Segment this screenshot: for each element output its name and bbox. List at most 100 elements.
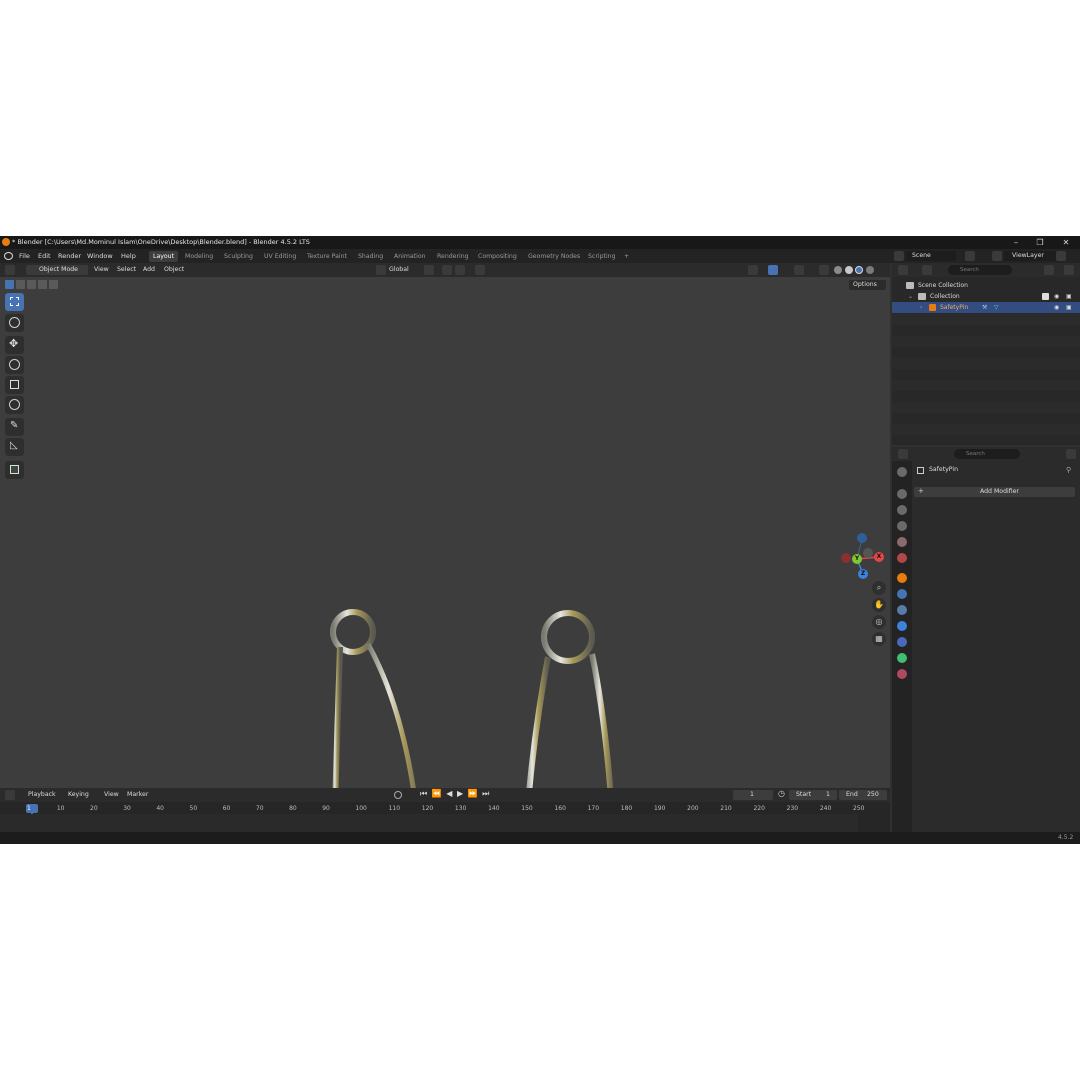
menu-render[interactable]: Render	[58, 252, 81, 260]
proportional-edit-icon[interactable]	[475, 265, 485, 275]
outliner-scene-collection[interactable]: Scene Collection	[892, 280, 1080, 291]
tab-animation[interactable]: Animation	[390, 251, 430, 262]
pan-hand-icon[interactable]: ✋	[872, 598, 886, 612]
world-tab-icon[interactable]	[897, 553, 907, 563]
material-shading-icon[interactable]	[855, 266, 863, 274]
select-new-icon[interactable]	[5, 280, 14, 289]
tab-sculpting[interactable]: Sculpting	[220, 251, 257, 262]
menu-timeline-view[interactable]: View	[104, 790, 119, 800]
tab-rendering[interactable]: Rendering	[433, 251, 473, 262]
properties-search-input[interactable]: Search	[954, 449, 1020, 459]
expand-chevron-icon[interactable]: ⌄	[908, 291, 913, 302]
new-scene-icon[interactable]	[965, 251, 975, 261]
visibility-icon[interactable]	[748, 265, 758, 275]
tab-uv-editing[interactable]: UV Editing	[260, 251, 300, 262]
display-mode-icon[interactable]	[922, 265, 932, 275]
perspective-grid-icon[interactable]: ▦	[872, 632, 886, 646]
object-mode-dropdown[interactable]: Object Mode	[39, 265, 78, 275]
menu-file[interactable]: File	[19, 252, 30, 260]
menu-playback[interactable]: Playback	[28, 790, 56, 800]
outliner-collection[interactable]: ⌄ Collection ◉ ▣	[892, 291, 1080, 302]
checkbox-icon[interactable]	[1042, 293, 1049, 300]
camera-icon[interactable]: ▣	[1066, 291, 1072, 302]
pivot-icon[interactable]	[424, 265, 434, 275]
scene-name[interactable]: Scene	[912, 251, 931, 261]
menu-add[interactable]: Add	[143, 265, 155, 275]
timeline-body[interactable]: 1 10 20 30 40 50 60 70 80 90 100 110 120 130 140 150 160…	[0, 802, 890, 832]
cursor-tool[interactable]	[5, 314, 24, 332]
menu-keying[interactable]: Keying	[68, 790, 89, 800]
move-tool[interactable]: ✥	[5, 336, 24, 354]
menu-window[interactable]: Window	[87, 252, 113, 260]
blender-menu-icon[interactable]	[4, 252, 13, 260]
select-box-tool[interactable]	[5, 293, 24, 311]
transform-orientation-icon[interactable]	[376, 265, 386, 275]
properties-editor-icon[interactable]	[898, 449, 908, 459]
clock-icon[interactable]: ◷	[778, 789, 785, 798]
current-frame-field[interactable]: 1	[750, 790, 754, 800]
select-subtract-icon[interactable]	[27, 280, 36, 289]
outliner-search-input[interactable]: Search	[948, 265, 1012, 275]
data-tab-icon[interactable]	[897, 653, 907, 663]
scene-tab-icon[interactable]	[897, 537, 907, 547]
3d-viewport[interactable]: Options ✥ ✎ ◺ Y X Z ⌕ ✋ ◎ ▦	[0, 277, 890, 844]
view-layer-tab-icon[interactable]	[897, 521, 907, 531]
maximize-button[interactable]: ❐	[1028, 236, 1052, 249]
new-view-layer-icon[interactable]	[1056, 251, 1066, 261]
constraints-tab-icon[interactable]	[897, 637, 907, 647]
add-cube-tool[interactable]	[5, 461, 24, 479]
menu-edit[interactable]: Edit	[38, 252, 51, 260]
annotate-tool[interactable]: ✎	[5, 418, 24, 436]
material-tab-icon[interactable]	[897, 669, 907, 679]
eye-icon[interactable]: ◉	[1054, 302, 1059, 313]
pin-icon[interactable]: ⚲	[1066, 466, 1071, 474]
menu-select[interactable]: Select	[117, 265, 136, 275]
properties-options-icon[interactable]	[1066, 449, 1076, 459]
playback-controls[interactable]: ⏮ ⏪ ◀ ▶ ⏩ ⏭	[420, 789, 490, 799]
camera-view-icon[interactable]: ◎	[872, 615, 886, 629]
scene-icon[interactable]	[894, 251, 904, 261]
output-tab-icon[interactable]	[897, 505, 907, 515]
filter-icon[interactable]	[1044, 265, 1054, 275]
tab-shading[interactable]: Shading	[354, 251, 387, 262]
object-tab-icon[interactable]	[897, 573, 907, 583]
rotate-tool[interactable]	[5, 356, 24, 374]
gizmo-neg-y-dot[interactable]	[863, 548, 873, 558]
tab-layout[interactable]: Layout	[149, 251, 179, 262]
select-invert-icon[interactable]	[38, 280, 47, 289]
menu-marker[interactable]: Marker	[127, 790, 148, 800]
zoom-icon[interactable]: ⌕	[872, 581, 886, 595]
solid-shading-icon[interactable]	[845, 266, 853, 274]
gizmo-x-dot[interactable]: X	[874, 552, 884, 562]
tab-texture-paint[interactable]: Texture Paint	[303, 251, 351, 262]
outliner-object-safetypin[interactable]: › SafetyPin ⚒ ▽ ◉ ▣	[892, 302, 1080, 313]
transform-tool[interactable]	[5, 396, 24, 414]
physics-tab-icon[interactable]	[897, 621, 907, 631]
minimize-button[interactable]: –	[1004, 236, 1028, 249]
view-layer-name[interactable]: ViewLayer	[1012, 251, 1044, 261]
start-frame-field[interactable]: 1	[826, 790, 830, 800]
camera-icon[interactable]: ▣	[1066, 302, 1072, 313]
wireframe-shading-icon[interactable]	[834, 266, 842, 274]
timeline-editor-icon[interactable]	[5, 790, 15, 800]
options-dropdown[interactable]: Options	[853, 280, 877, 290]
orientation-dropdown[interactable]: Global	[389, 265, 409, 275]
expand-chevron-icon[interactable]: ›	[920, 302, 922, 313]
scale-tool[interactable]	[5, 376, 24, 394]
measure-tool[interactable]: ◺	[5, 438, 24, 456]
overlay-icon[interactable]	[794, 265, 804, 275]
tab-scripting[interactable]: Scripting	[584, 251, 620, 262]
menu-view[interactable]: View	[94, 265, 109, 275]
menu-object[interactable]: Object	[164, 265, 184, 275]
record-icon[interactable]	[394, 791, 402, 799]
select-extend-icon[interactable]	[16, 280, 25, 289]
outliner-editor-icon[interactable]	[898, 265, 908, 275]
add-workspace-button[interactable]: +	[620, 251, 633, 262]
close-button[interactable]: ✕	[1054, 236, 1078, 249]
tab-modeling[interactable]: Modeling	[181, 251, 217, 262]
end-frame-field[interactable]: 250	[867, 790, 879, 800]
particles-tab-icon[interactable]	[897, 605, 907, 615]
select-intersect-icon[interactable]	[49, 280, 58, 289]
snap-icon[interactable]	[442, 265, 452, 275]
tab-compositing[interactable]: Compositing	[474, 251, 521, 262]
